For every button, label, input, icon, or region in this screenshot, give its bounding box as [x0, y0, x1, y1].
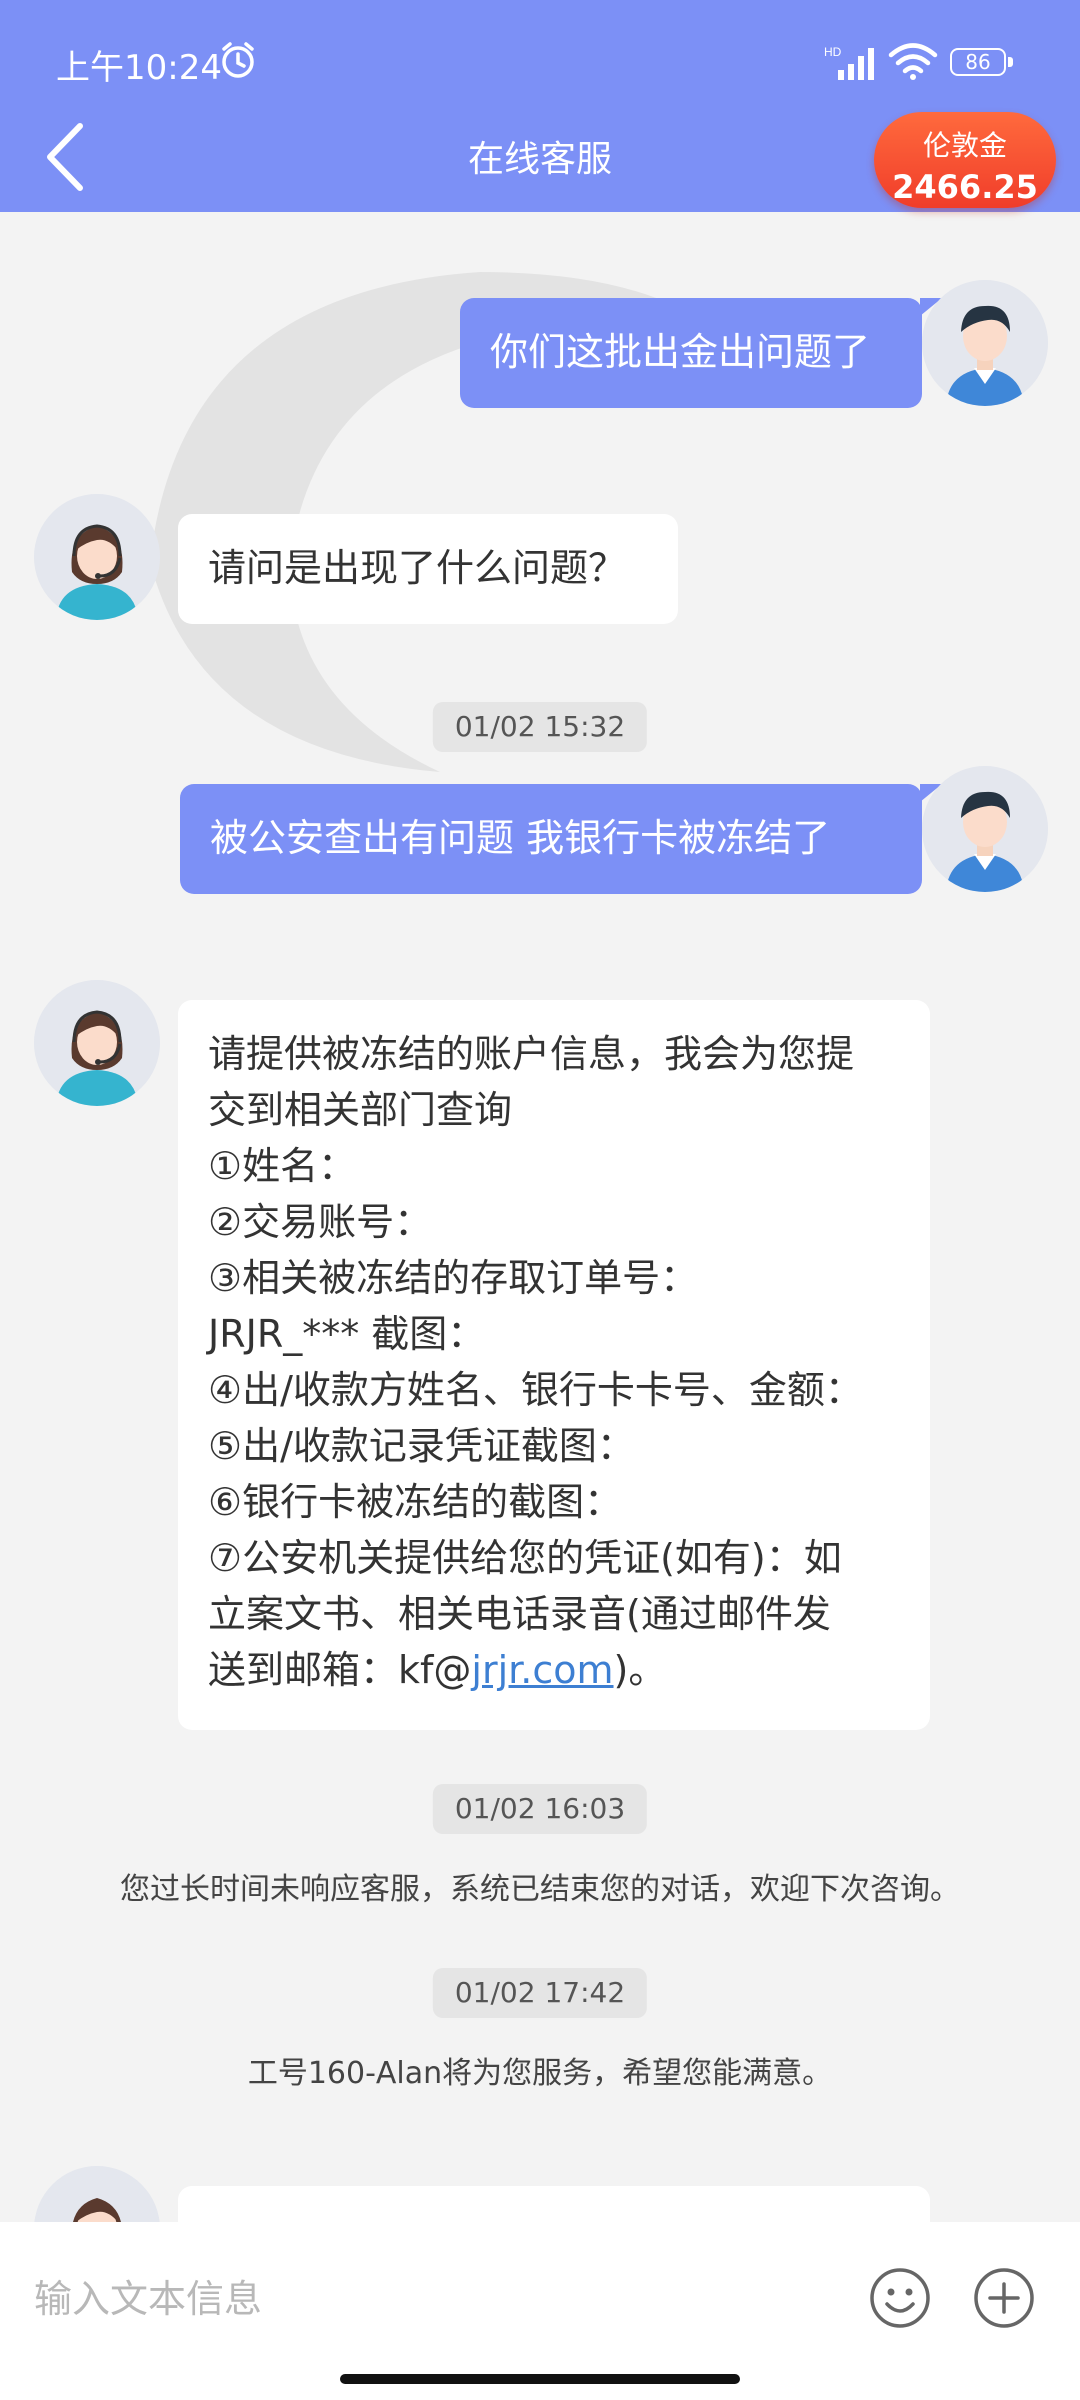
message-line: ②交易账号： [208, 1200, 433, 1244]
message-line: JRJR_*** 截图： [208, 1312, 486, 1356]
user-message-bubble: 你们这批出金出问题了 [460, 298, 922, 408]
message-text: 被公安查出有问题 我银行卡被冻结了 [210, 816, 831, 860]
wifi-icon [888, 43, 938, 80]
message-line: ⑦公安机关提供给您的凭证(如有)：如 [208, 1536, 842, 1580]
signal-icon: HD [824, 45, 874, 80]
gold-price-label: 伦敦金 [922, 129, 1007, 162]
agent-avatar[interactable] [34, 2166, 160, 2222]
alarm-icon [222, 42, 254, 78]
home-indicator[interactable] [340, 2374, 740, 2384]
status-time: 上午10:24 [56, 48, 222, 88]
message-input[interactable] [32, 2258, 836, 2340]
timestamp: 01/02 17:42 [432, 1968, 648, 2018]
battery-level: 86 [950, 48, 1006, 76]
agent-message-bubble [178, 2186, 930, 2222]
agent-avatar[interactable] [34, 494, 160, 620]
user-avatar[interactable] [922, 280, 1048, 406]
smiley-icon[interactable] [868, 2266, 932, 2330]
message-input-bar [0, 2222, 1080, 2400]
message-line: 立案文书、相关电话录音(通过邮件发 [208, 1592, 831, 1636]
message-text: 送到邮箱：kf@ [208, 1648, 472, 1692]
message-text: 请问是出现了什么问题？ [208, 546, 627, 590]
system-message: 工号160-Alan将为您服务，希望您能满意。 [247, 2056, 833, 2091]
battery-indicator: 86 [950, 48, 1014, 78]
message-text: )。 [613, 1648, 667, 1692]
timestamp: 01/02 16:03 [432, 1784, 648, 1834]
gold-price-badge[interactable]: 伦敦金 2466.25 [874, 112, 1056, 208]
message-line: ③相关被冻结的存取订单号： [208, 1256, 699, 1300]
message-line: 请提供被冻结的账户信息，我会为您提 [208, 1032, 855, 1076]
message-line-email: 送到邮箱：kf@jrjr.com)。 [208, 1642, 900, 1698]
plus-circle-icon[interactable] [972, 2266, 1036, 2330]
system-message: 您过长时间未响应客服，系统已结束您的对话，欢迎下次咨询。 [120, 1872, 960, 1907]
agent-avatar[interactable] [34, 980, 160, 1106]
svg-text:HD: HD [824, 45, 842, 59]
timestamp: 01/02 15:32 [432, 702, 648, 752]
user-message-bubble: 被公安查出有问题 我银行卡被冻结了 [180, 784, 922, 894]
nav-bar: 在线客服 伦敦金 2466.25 [0, 100, 1080, 212]
user-avatar[interactable] [922, 766, 1048, 892]
message-line: ⑥银行卡被冻结的截图： [208, 1480, 623, 1524]
message-line: 交到相关部门查询 [208, 1088, 513, 1132]
message-line: ①姓名： [208, 1144, 357, 1188]
message-line: ⑤出/收款记录凭证截图： [208, 1424, 635, 1468]
gold-price-value: 2466.25 [892, 168, 1038, 206]
message-line: ④出/收款方姓名、银行卡卡号、金额： [208, 1368, 863, 1412]
agent-message-bubble: 请提供被冻结的账户信息，我会为您提 交到相关部门查询 ①姓名： ②交易账号： ③… [178, 1000, 930, 1730]
chat-area[interactable]: 你们这批出金出问题了 请问是出现了什么问题？ 01/02 15:32 被公安查出… [0, 212, 1080, 2222]
message-text: 你们这批出金出问题了 [490, 330, 871, 374]
agent-message-bubble: 请问是出现了什么问题？ [178, 514, 678, 624]
email-link[interactable]: jrjr.com [471, 1648, 613, 1692]
